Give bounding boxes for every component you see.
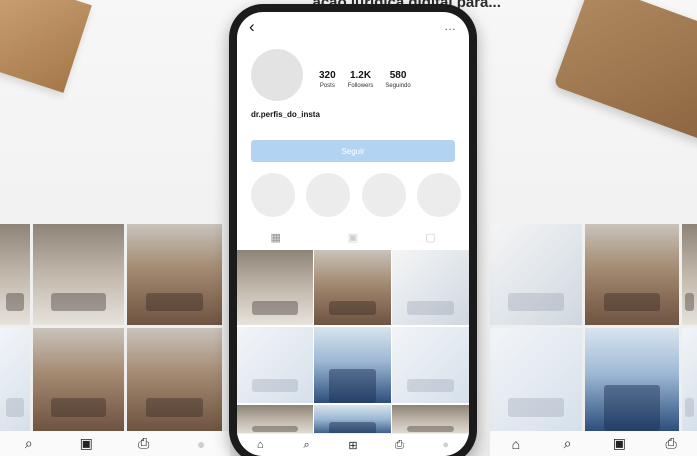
add-post-icon[interactable]: ⊞ bbox=[343, 436, 363, 454]
reels-tab-icon[interactable]: ▣ bbox=[348, 231, 358, 244]
profile-stats: 320 Posts 1.2K Followers 580 Seguindo bbox=[319, 70, 411, 89]
posts-label: Posts bbox=[319, 83, 335, 89]
feed-tile[interactable] bbox=[33, 328, 124, 431]
feed-tile[interactable] bbox=[490, 328, 582, 431]
home-icon[interactable]: ⌂ bbox=[503, 433, 529, 455]
search-icon[interactable]: ⌕ bbox=[555, 433, 581, 455]
post-tile[interactable] bbox=[237, 405, 313, 436]
notebook-decor bbox=[553, 0, 697, 144]
feed-tile[interactable] bbox=[490, 224, 582, 325]
following-count: 580 bbox=[389, 70, 407, 81]
phone-screen: ‹ … 320 Posts 1.2K Followers 580 Seguind… bbox=[237, 12, 469, 456]
grid-tab-icon[interactable]: ▦ bbox=[270, 231, 280, 244]
search-icon[interactable]: ⌕ bbox=[297, 436, 317, 454]
followers-label: Followers bbox=[347, 83, 374, 89]
profile-tabs: ▦ ▣ ▢ bbox=[237, 228, 469, 246]
follow-button[interactable]: Seguir bbox=[251, 140, 455, 162]
posts-stat[interactable]: 320 Posts bbox=[319, 70, 336, 89]
home-icon[interactable]: ⌂ bbox=[250, 436, 270, 454]
right-feed-grid bbox=[490, 224, 697, 431]
feed-tile[interactable] bbox=[127, 224, 222, 325]
story-highlight[interactable] bbox=[251, 173, 295, 217]
posts-count: 320 bbox=[319, 70, 336, 81]
profile-top-bar: ‹ … bbox=[249, 18, 457, 35]
post-tile[interactable] bbox=[237, 250, 313, 325]
profile-post-grid bbox=[237, 250, 469, 436]
post-tile[interactable] bbox=[392, 327, 469, 403]
story-highlight[interactable] bbox=[416, 173, 461, 217]
phone-frame: ‹ … 320 Posts 1.2K Followers 580 Seguind… bbox=[229, 4, 477, 456]
more-options-icon[interactable]: … bbox=[444, 19, 457, 33]
phone-bottom-nav: ⌂ ⌕ ⊞ ⎙ ● bbox=[237, 433, 469, 456]
feed-tile[interactable] bbox=[585, 224, 679, 325]
following-label: Seguindo bbox=[385, 83, 411, 89]
feed-tile[interactable] bbox=[0, 328, 30, 431]
profile-icon[interactable]: ● bbox=[188, 433, 214, 455]
story-highlight[interactable] bbox=[306, 173, 351, 217]
profile-icon[interactable]: ● bbox=[436, 436, 456, 454]
reels-icon[interactable]: ▣ bbox=[606, 433, 632, 455]
post-tile[interactable] bbox=[237, 327, 313, 403]
left-feed-grid bbox=[0, 224, 230, 431]
post-tile[interactable] bbox=[392, 405, 469, 436]
post-tile[interactable] bbox=[314, 405, 391, 436]
profile-username: dr.perfis_do_insta bbox=[251, 110, 320, 119]
shop-icon[interactable]: ⎙ bbox=[389, 436, 409, 454]
tagged-tab-icon[interactable]: ▢ bbox=[425, 231, 435, 244]
wood-block-decor bbox=[0, 0, 92, 93]
feed-tile[interactable] bbox=[0, 224, 30, 325]
right-bottom-nav: ⌂ ⌕ ▣ ⎙ bbox=[490, 431, 697, 456]
post-tile[interactable] bbox=[314, 250, 391, 325]
feed-tile[interactable] bbox=[682, 224, 697, 325]
shop-icon[interactable]: ⎙ bbox=[131, 433, 157, 455]
story-highlights bbox=[251, 173, 461, 217]
feed-tile[interactable] bbox=[585, 328, 679, 431]
following-stat[interactable]: 580 Seguindo bbox=[385, 70, 410, 89]
followers-count: 1.2K bbox=[349, 70, 372, 81]
shop-icon[interactable]: ⎙ bbox=[658, 433, 684, 455]
background-scene: ...ação jurídica digital para... ⌕ ▣ ⎙ ●… bbox=[0, 0, 697, 456]
post-tile[interactable] bbox=[392, 250, 469, 325]
post-tile[interactable] bbox=[314, 327, 391, 403]
profile-avatar[interactable] bbox=[251, 49, 303, 101]
feed-tile[interactable] bbox=[127, 328, 222, 431]
feed-tile[interactable] bbox=[682, 328, 697, 431]
back-arrow-icon[interactable]: ‹ bbox=[249, 18, 255, 35]
search-icon[interactable]: ⌕ bbox=[16, 433, 42, 455]
followers-stat[interactable]: 1.2K Followers bbox=[348, 70, 374, 89]
left-bottom-nav: ⌕ ▣ ⎙ ● bbox=[0, 431, 230, 456]
feed-tile[interactable] bbox=[33, 224, 124, 325]
story-highlight[interactable] bbox=[361, 173, 406, 217]
reels-icon[interactable]: ▣ bbox=[73, 433, 99, 455]
